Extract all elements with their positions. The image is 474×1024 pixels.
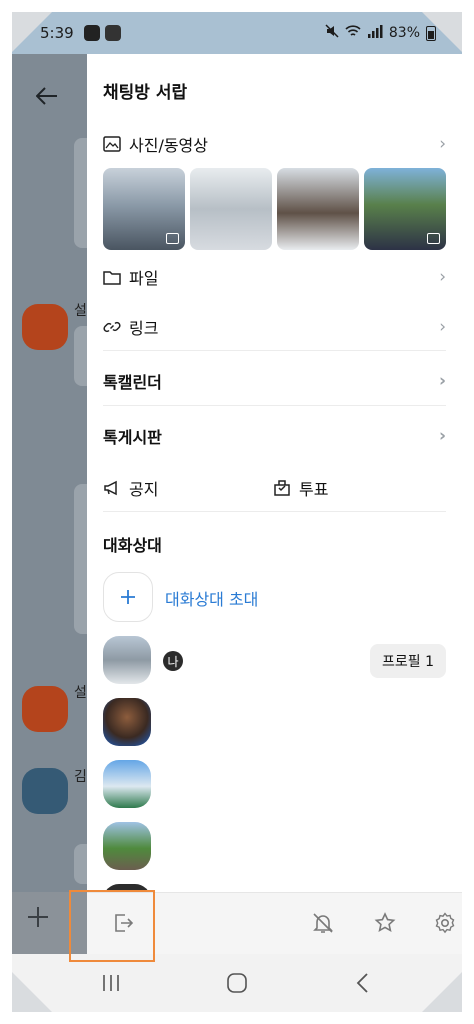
system-nav-bar bbox=[12, 954, 462, 1012]
corner-marker bbox=[422, 12, 462, 52]
signal-icon bbox=[367, 24, 383, 42]
talk-notification-icon bbox=[84, 25, 100, 41]
bg-avatar bbox=[22, 686, 68, 732]
link-icon bbox=[103, 318, 121, 336]
corner-marker bbox=[12, 12, 52, 52]
photo-thumbnail[interactable] bbox=[277, 168, 359, 250]
wifi-icon bbox=[345, 24, 361, 42]
vote-box-icon bbox=[273, 479, 291, 497]
mute-icon bbox=[325, 24, 339, 42]
corner-marker bbox=[12, 972, 52, 1012]
members-title: 대화상대 bbox=[103, 536, 162, 555]
gallery-notification-icon bbox=[105, 25, 121, 41]
divider bbox=[103, 405, 446, 406]
photo-type-icon bbox=[427, 233, 440, 244]
attach-plus-icon[interactable] bbox=[26, 902, 50, 937]
photo-thumbnails bbox=[103, 168, 446, 250]
home-icon[interactable] bbox=[222, 968, 252, 998]
back-arrow-icon[interactable] bbox=[35, 86, 58, 111]
status-bar: 5:39 83% bbox=[12, 12, 462, 54]
divider bbox=[103, 511, 446, 512]
photos-videos-row[interactable]: 사진/동영상 › bbox=[103, 132, 446, 156]
vote-label: 투표 bbox=[299, 480, 329, 499]
battery-level: 83% bbox=[388, 25, 420, 41]
talk-calendar-label: 톡캘린더 bbox=[103, 373, 162, 392]
divider bbox=[103, 350, 446, 351]
image-icon bbox=[103, 135, 121, 153]
highlight-box bbox=[69, 890, 155, 962]
recents-icon[interactable] bbox=[96, 968, 126, 998]
bg-sender-name: 김 bbox=[74, 769, 87, 785]
megaphone-icon bbox=[103, 479, 121, 497]
member-avatar[interactable] bbox=[103, 698, 151, 746]
talk-board-row[interactable]: 톡게시판 › bbox=[103, 424, 446, 448]
links-row[interactable]: 링크 › bbox=[103, 315, 446, 339]
talk-board-label: 톡게시판 bbox=[103, 428, 162, 447]
bg-sender-name: 설 bbox=[74, 303, 87, 319]
vote-row[interactable]: 투표 bbox=[273, 476, 328, 500]
back-icon[interactable] bbox=[348, 968, 378, 998]
chevron-right-icon: › bbox=[438, 371, 446, 391]
status-right: 83% bbox=[325, 24, 436, 42]
chat-drawer-panel: 채팅방 서랍 사진/동영상 › 파일 › 링크 › 톡캘린더 › 톡게시판 › … bbox=[87, 54, 462, 892]
notice-label: 공지 bbox=[129, 480, 159, 499]
photos-videos-label: 사진/동영상 bbox=[129, 136, 208, 155]
bg-sender-name: 설 bbox=[74, 685, 87, 701]
member-avatar[interactable] bbox=[103, 822, 151, 870]
member-avatar[interactable] bbox=[103, 760, 151, 808]
profile-button[interactable]: 프로필 1 bbox=[370, 644, 446, 678]
chevron-right-icon: › bbox=[439, 267, 446, 287]
invite-member-label[interactable]: 대화상대 초대 bbox=[165, 586, 258, 610]
star-icon[interactable] bbox=[369, 907, 401, 939]
chevron-right-icon: › bbox=[438, 426, 446, 446]
screen: 5:39 83% 설 설 김 채팅방 서랍 사진/동영상 › 파일 › 링크 ›… bbox=[12, 12, 462, 1012]
bell-off-icon[interactable] bbox=[307, 907, 339, 939]
chevron-right-icon: › bbox=[439, 317, 446, 337]
talk-calendar-row[interactable]: 톡캘린더 › bbox=[103, 369, 446, 393]
notice-row[interactable]: 공지 bbox=[103, 476, 158, 500]
bg-avatar bbox=[22, 768, 68, 814]
files-label: 파일 bbox=[129, 269, 159, 288]
corner-marker bbox=[422, 972, 462, 1012]
me-badge: 나 bbox=[163, 651, 183, 671]
links-label: 링크 bbox=[129, 319, 159, 338]
photo-thumbnail[interactable] bbox=[190, 168, 272, 250]
photo-thumbnail[interactable] bbox=[364, 168, 446, 250]
drawer-title: 채팅방 서랍 bbox=[103, 83, 188, 103]
files-row[interactable]: 파일 › bbox=[103, 265, 446, 289]
chevron-right-icon: › bbox=[439, 134, 446, 154]
invite-plus-button[interactable] bbox=[103, 572, 153, 622]
member-avatar[interactable] bbox=[103, 636, 151, 684]
bg-avatar bbox=[22, 304, 68, 350]
photo-type-icon bbox=[166, 233, 179, 244]
folder-icon bbox=[103, 268, 121, 286]
gear-icon[interactable] bbox=[429, 907, 461, 939]
photo-thumbnail[interactable] bbox=[103, 168, 185, 250]
